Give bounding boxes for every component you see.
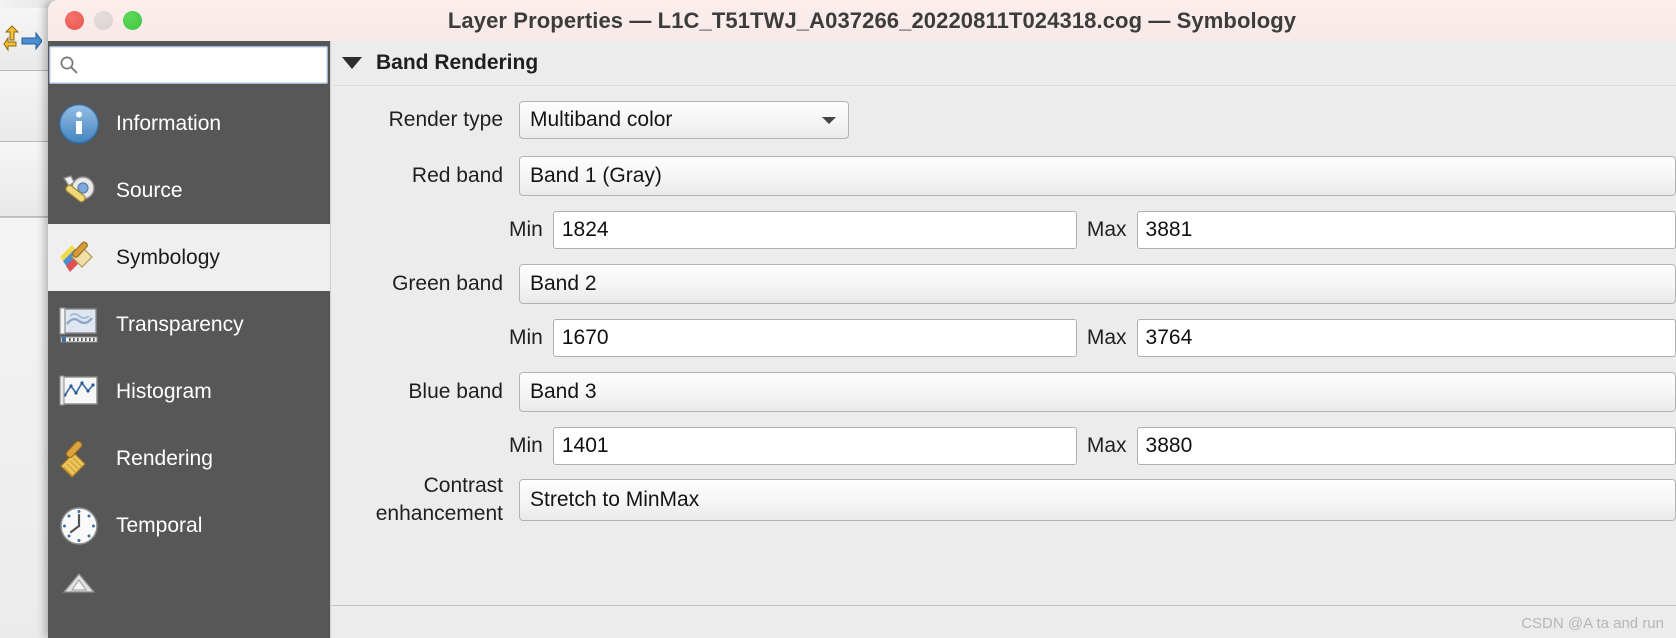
- blue-band-minmax-row: Min Max: [333, 420, 1676, 472]
- blue-band-label: Blue band: [408, 380, 503, 404]
- pyramids-icon: [62, 572, 96, 593]
- render-type-label: Render type: [388, 108, 503, 132]
- green-band-minmax-row: Min Max: [333, 312, 1676, 364]
- pan-arrows-icon: [3, 25, 42, 52]
- blue-min-input[interactable]: [552, 427, 1077, 465]
- blue-band-value: Band 3: [530, 380, 597, 403]
- render-type-select[interactable]: Multiband color: [519, 101, 849, 139]
- sidebar-item-transparency[interactable]: Transparency: [48, 291, 330, 358]
- blue-band-select[interactable]: Band 3: [519, 372, 1676, 412]
- screen-root: Layer Properties — L1C_T51TWJ_A037266_20…: [0, 0, 1676, 638]
- sidebar-item-information[interactable]: Information: [48, 90, 330, 157]
- chevron-down-icon: [822, 116, 836, 124]
- red-band-value: Band 1 (Gray): [530, 164, 662, 187]
- green-band-label: Green band: [392, 272, 503, 296]
- red-band-row: Red band Band 1 (Gray): [333, 148, 1676, 204]
- search-icon: [60, 56, 78, 74]
- sidebar-item-label: Transparency: [116, 312, 244, 336]
- green-max-label: Max: [1086, 326, 1127, 349]
- green-min-label: Min: [509, 326, 543, 349]
- rendering-icon: [60, 440, 86, 478]
- red-max-label: Max: [1086, 218, 1127, 241]
- sidebar-item-rendering[interactable]: Rendering: [48, 425, 330, 492]
- source-icon: [62, 174, 95, 202]
- minimize-button[interactable]: [94, 11, 113, 30]
- red-min-input[interactable]: [552, 211, 1077, 249]
- close-button[interactable]: [65, 11, 84, 30]
- band-rendering-panel: Render type Multiband color Red band Ban…: [333, 85, 1676, 606]
- contrast-enhancement-row: Contrast enhancement Stretch to MinMax: [333, 472, 1676, 528]
- green-band-row: Green band Band 2: [333, 256, 1676, 312]
- red-min-label: Min: [509, 218, 543, 241]
- sidebar-item-source[interactable]: Source: [48, 157, 330, 224]
- blue-band-row: Blue band Band 3: [333, 364, 1676, 420]
- blue-min-label: Min: [509, 434, 543, 457]
- sidebar-item-temporal[interactable]: Temporal: [48, 492, 330, 559]
- blue-max-label: Max: [1086, 434, 1127, 457]
- sidebar-item-label: Histogram: [116, 379, 212, 403]
- transparency-icon: [59, 306, 98, 342]
- red-max-input[interactable]: [1136, 211, 1676, 249]
- maximize-button[interactable]: [123, 11, 142, 30]
- chevron-down-icon[interactable]: [342, 57, 362, 69]
- blue-max-input[interactable]: [1136, 427, 1676, 465]
- sidebar-item-label: Temporal: [116, 513, 203, 537]
- window-controls: [65, 11, 142, 30]
- red-band-label: Red band: [411, 164, 503, 188]
- sidebar-item-histogram[interactable]: Histogram: [48, 358, 330, 425]
- section-title: Band Rendering: [376, 51, 539, 74]
- sidebar-item-label: Rendering: [116, 446, 213, 470]
- band-rendering-section-header[interactable]: Band Rendering: [331, 41, 1676, 85]
- contrast-enhancement-value: Stretch to MinMax: [530, 488, 700, 511]
- search-input[interactable]: [79, 56, 327, 74]
- layer-properties-dialog: Layer Properties — L1C_T51TWJ_A037266_20…: [48, 0, 1676, 638]
- watermark-text: CSDN @A ta and run: [1521, 615, 1664, 632]
- search-box[interactable]: [49, 46, 328, 84]
- sidebar-item-label: Information: [116, 111, 222, 135]
- render-type-row: Render type Multiband color: [333, 92, 1676, 148]
- sidebar-nav-list: Information Source Symbology Transparenc…: [48, 90, 330, 638]
- red-band-minmax-row: Min Max: [333, 204, 1676, 256]
- red-band-select[interactable]: Band 1 (Gray): [519, 156, 1676, 196]
- symbology-icon: [60, 240, 93, 272]
- sidebar-item-label: Symbology: [116, 245, 220, 269]
- sidebar-item-pyramids[interactable]: [48, 559, 330, 626]
- dialog-statusbar: CSDN @A ta and run: [331, 605, 1676, 638]
- information-icon: [59, 103, 99, 144]
- green-min-input[interactable]: [552, 319, 1077, 357]
- render-type-value: Multiband color: [530, 108, 673, 131]
- green-band-value: Band 2: [530, 272, 597, 295]
- green-max-input[interactable]: [1136, 319, 1676, 357]
- symbology-panel: Band Rendering Render type Multiband col…: [330, 41, 1676, 638]
- sidebar-item-symbology[interactable]: Symbology: [48, 224, 330, 291]
- contrast-enhancement-select[interactable]: Stretch to MinMax: [519, 479, 1676, 521]
- dialog-titlebar: Layer Properties — L1C_T51TWJ_A037266_20…: [48, 0, 1676, 42]
- histogram-icon: [59, 375, 98, 405]
- contrast-enhancement-label: Contrast enhancement: [375, 474, 503, 525]
- temporal-icon: [60, 506, 98, 545]
- dialog-body: Information Source Symbology Transparenc…: [48, 41, 1676, 638]
- sidebar-item-label: Source: [116, 178, 183, 202]
- sidebar: Information Source Symbology Transparenc…: [48, 41, 330, 638]
- green-band-select[interactable]: Band 2: [519, 264, 1676, 304]
- window-title: Layer Properties — L1C_T51TWJ_A037266_20…: [447, 7, 1297, 33]
